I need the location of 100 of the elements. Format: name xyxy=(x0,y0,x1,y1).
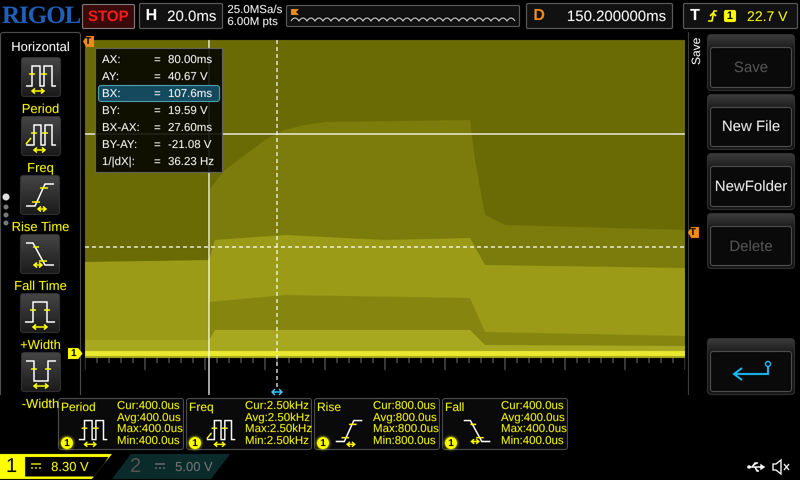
measurement-stat: Avg:400.0us xyxy=(117,412,182,424)
usb-icon xyxy=(747,460,766,474)
delay-value: 150.200000ms xyxy=(566,8,666,24)
readout-label: AX: xyxy=(102,54,122,66)
equals-sign: = xyxy=(154,122,162,134)
measurement-panel[interactable]: Freq 1 Cur:2.50kHz Avg:2.50kHz Max:2.50kHz Min:2.50kHz xyxy=(186,398,312,450)
measurement-stat: Avg:2.50kHz xyxy=(245,412,310,424)
measurement-panel[interactable]: Period 1 Cur:400.0us Avg:400.0us Max:400.0us Min:400.0us xyxy=(58,398,184,450)
readout-label: BX: xyxy=(102,88,122,100)
measurement-stat: Min:400.0us xyxy=(117,436,181,448)
equals-sign: = xyxy=(154,104,162,116)
measure-label: Fall Time xyxy=(14,278,67,293)
readout-row[interactable]: BY-AY: = -21.08 V xyxy=(98,136,220,153)
measurement-name: Rise xyxy=(317,401,342,413)
trigger-level-marker: T xyxy=(688,227,699,238)
readout-label: AY: xyxy=(102,70,120,82)
measurement-stat: Avg:800.0us xyxy=(373,412,438,424)
menu-title: Save xyxy=(689,37,704,68)
softkey-button[interactable]: New File xyxy=(707,94,795,150)
channel-tab[interactable]: 1 8.30 V xyxy=(0,454,112,479)
measurement-stat: Max:400.0us xyxy=(501,424,567,436)
measure-label: -Width xyxy=(22,396,60,411)
measurement-stat: Cur:800.0us xyxy=(373,401,437,413)
readout-row[interactable]: AY: = 40.67 V xyxy=(98,68,220,85)
readout-value: 107.6ms xyxy=(168,88,214,100)
measurement-stat: Cur:2.50kHz xyxy=(245,401,310,412)
readout-value: 27.60ms xyxy=(168,122,214,134)
channel-badge: 1 xyxy=(445,437,457,450)
dc-coupling-icon xyxy=(155,463,166,470)
readout-value: 80.00ms xyxy=(168,54,214,66)
measure-label: +Width xyxy=(20,337,61,352)
scale-value: 8.30 V xyxy=(51,459,89,474)
trigger-level: 22.7 V xyxy=(747,8,788,24)
equals-sign: = xyxy=(154,88,162,100)
dc-coupling-icon xyxy=(31,463,42,470)
readout-row[interactable]: BX-AX: = 27.60ms xyxy=(98,119,220,136)
measurement-stat: Cur:400.0us xyxy=(117,401,181,413)
measurement-stat: Min:2.50kHz xyxy=(245,436,310,448)
readout-label: 1/|dX|: xyxy=(102,156,136,168)
measure-button[interactable] xyxy=(20,116,60,156)
readout-row[interactable]: BY: = 19.59 V xyxy=(98,102,220,119)
measure-label: Period xyxy=(22,101,60,116)
measure-button[interactable] xyxy=(20,352,60,392)
equals-sign: = xyxy=(154,70,162,82)
trigger-label: T xyxy=(690,7,700,25)
measurement-name: Freq xyxy=(189,401,215,413)
measurement-stat: Min:800.0us xyxy=(373,436,437,448)
timebase-label: H xyxy=(146,7,158,25)
measure-label: Freq xyxy=(27,160,54,175)
channel-badge: 1 xyxy=(317,437,329,450)
trigger-box[interactable]: T 1 22.7 V xyxy=(683,3,798,29)
channel-badge: 1 xyxy=(61,437,73,450)
readout-row[interactable]: 1/|dX|: = 36.23 Hz xyxy=(98,153,220,170)
softkey-button[interactable]: NewFolder xyxy=(707,153,795,210)
readout-label: BY: xyxy=(102,104,121,116)
channel-number: 1 xyxy=(6,455,18,478)
equals-sign: = xyxy=(154,54,162,66)
speaker-muted-icon xyxy=(772,458,790,476)
measurement-panel[interactable]: Fall 1 Cur:400.0us Avg:400.0us Max:400.0us Min:400.0us xyxy=(442,398,568,450)
measurement-name: Period xyxy=(61,401,97,413)
readout-value: 19.59 V xyxy=(168,104,209,116)
delay-label: D xyxy=(533,7,545,25)
measure-button[interactable] xyxy=(20,293,60,333)
measurement-stat: Cur:400.0us xyxy=(501,401,565,413)
readout-value: 36.23 Hz xyxy=(168,156,216,168)
readout-value: -21.08 V xyxy=(168,138,212,150)
measure-button[interactable] xyxy=(20,234,60,274)
readout-row[interactable]: AX: = 80.00ms xyxy=(98,51,220,68)
readout-value: 40.67 V xyxy=(168,70,209,82)
measurement-name: Fall xyxy=(445,401,466,413)
measure-button[interactable] xyxy=(20,57,60,97)
readout-row[interactable]: BX: = 107.6ms xyxy=(98,85,220,102)
measurement-stat: Max:2.50kHz xyxy=(245,424,312,436)
channel-number: 2 xyxy=(130,455,142,478)
equals-sign: = xyxy=(154,138,162,150)
channel-marker: 1 xyxy=(68,348,83,359)
brand-logo: RIGOL xyxy=(2,2,78,30)
sample-rate: 25.0MSa/s xyxy=(227,4,282,16)
measure-label: Rise Time xyxy=(12,219,70,234)
cursor-line[interactable] xyxy=(276,40,278,390)
measurement-stat: Max:400.0us xyxy=(117,424,183,436)
menu-title: Horizontal xyxy=(11,39,70,54)
back-button[interactable] xyxy=(707,338,795,395)
cursor-position-icon xyxy=(271,388,283,396)
page-dots-icon xyxy=(2,193,10,227)
measure-button[interactable] xyxy=(20,175,60,215)
run-state-button[interactable]: STOP xyxy=(82,4,135,28)
timebase-value: 20.0ms xyxy=(167,8,216,24)
readout-label: BY-AY: xyxy=(102,138,138,150)
measurement-stat: Avg:400.0us xyxy=(501,412,566,424)
readout-label: BX-AX: xyxy=(102,122,141,134)
measurement-stat: Min:400.0us xyxy=(501,436,565,448)
equals-sign: = xyxy=(154,156,162,168)
memory-depth: 6.00M pts xyxy=(227,16,279,28)
measurement-panel[interactable]: Rise 1 Cur:800.0us Avg:800.0us Max:800.0us Min:800.0us xyxy=(314,398,440,450)
timebase-box[interactable]: H 20.0ms xyxy=(138,3,224,29)
trigger-channel: 1 xyxy=(724,10,736,22)
scale-value: 5.00 V xyxy=(175,459,213,474)
delay-box[interactable]: D 150.200000ms xyxy=(526,3,674,29)
measurement-stat: Max:800.0us xyxy=(373,424,439,436)
